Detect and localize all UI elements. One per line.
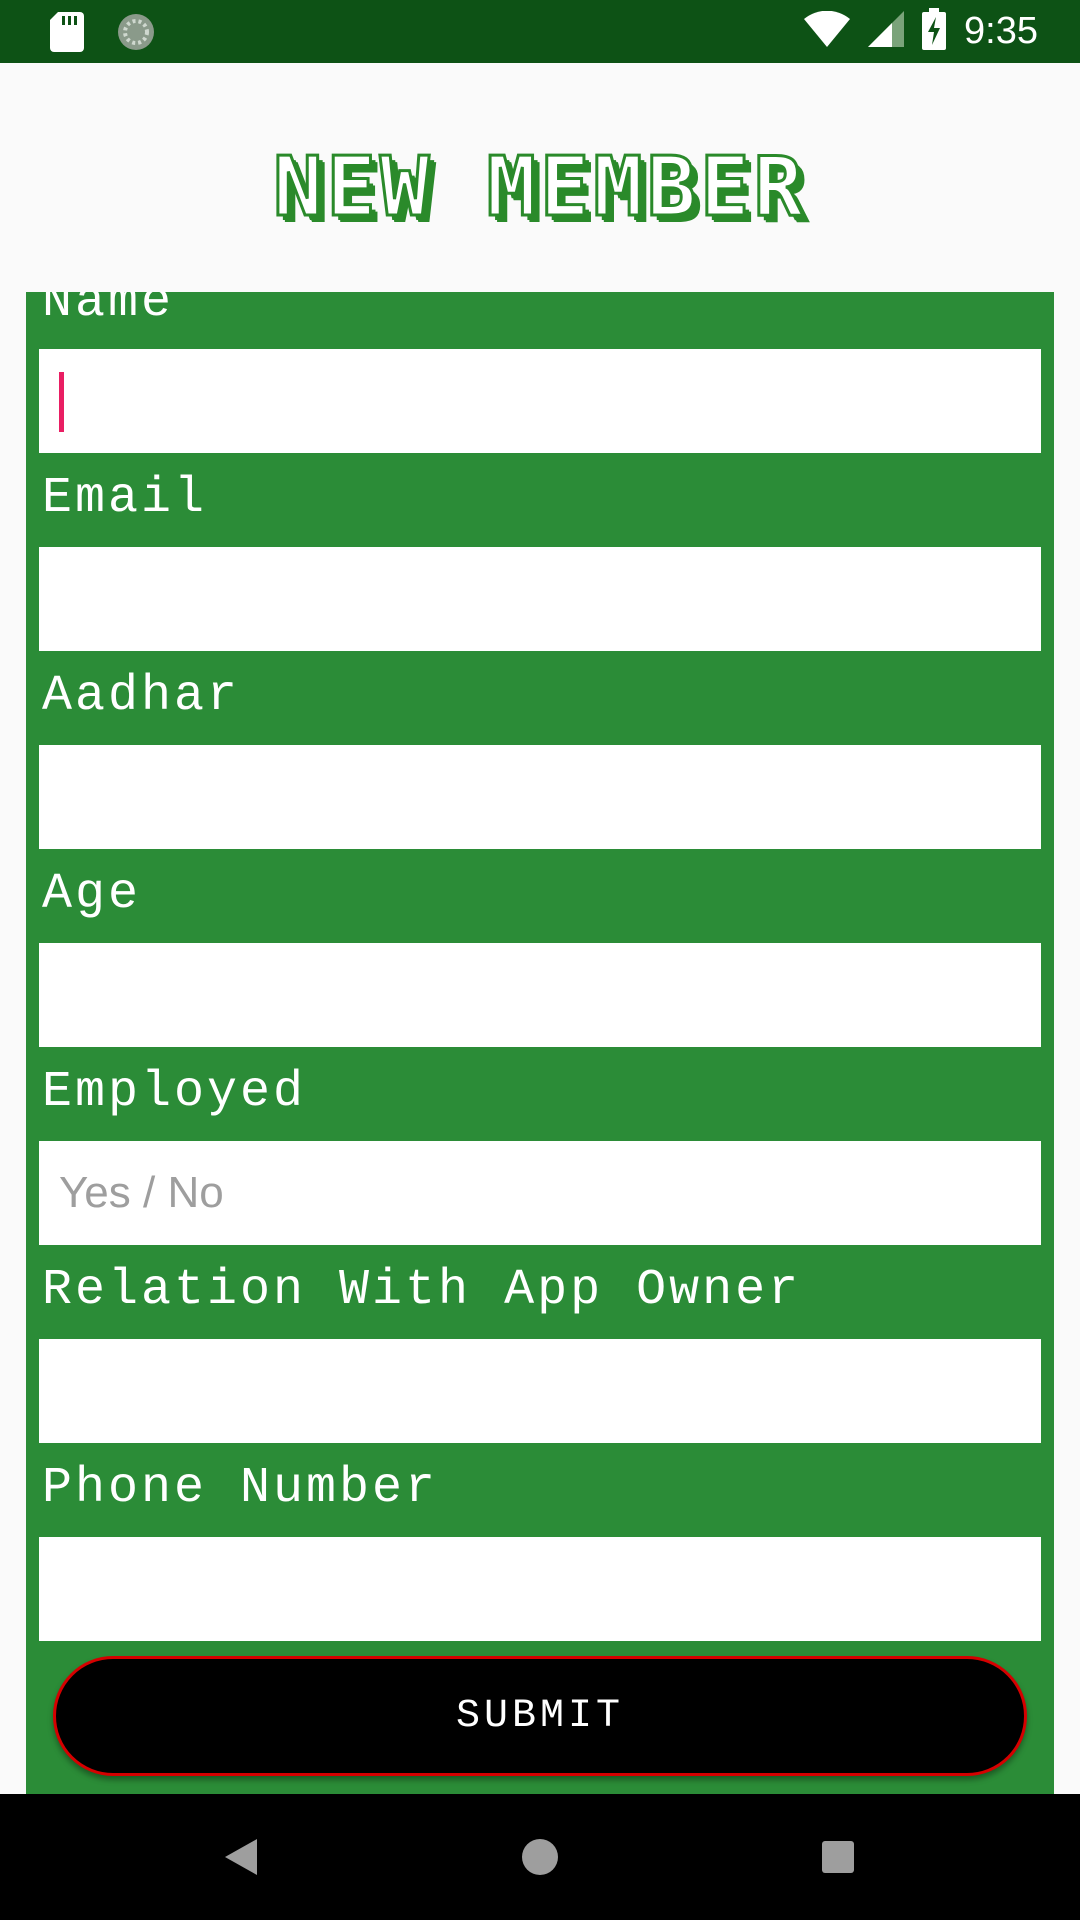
phone-label: Phone Number (42, 1460, 439, 1517)
recents-icon[interactable] (808, 1827, 868, 1887)
relation-label: Relation With App Owner (42, 1262, 802, 1319)
email-label: Email (42, 470, 208, 527)
sync-icon (116, 12, 156, 57)
age-field[interactable] (39, 943, 1041, 1047)
status-bar: 9:35 (0, 0, 1080, 63)
page-title: NEW MEMBER (272, 139, 807, 237)
nav-bar (0, 1794, 1080, 1920)
sd-card-icon (50, 12, 84, 57)
aadhar-field[interactable] (39, 745, 1041, 849)
submit-button[interactable]: SUBMIT (53, 1656, 1027, 1776)
relation-field[interactable] (39, 1339, 1041, 1443)
name-field[interactable] (39, 349, 1041, 453)
name-label: Name (42, 292, 175, 331)
back-icon[interactable] (211, 1827, 271, 1887)
member-form: Name Email Aadhar Age Employed Relation … (26, 292, 1054, 1794)
phone-field[interactable] (39, 1537, 1041, 1641)
employed-field[interactable] (39, 1141, 1041, 1245)
email-field[interactable] (39, 547, 1041, 651)
wifi-icon (804, 10, 851, 52)
status-time: 9:35 (964, 10, 1038, 52)
battery-charging-icon (922, 8, 947, 55)
cell-signal-icon (868, 11, 905, 52)
employed-label: Employed (42, 1064, 307, 1121)
age-label: Age (42, 866, 142, 923)
aadhar-label: Aadhar (42, 668, 241, 725)
home-icon[interactable] (510, 1827, 570, 1887)
text-cursor (59, 372, 64, 432)
